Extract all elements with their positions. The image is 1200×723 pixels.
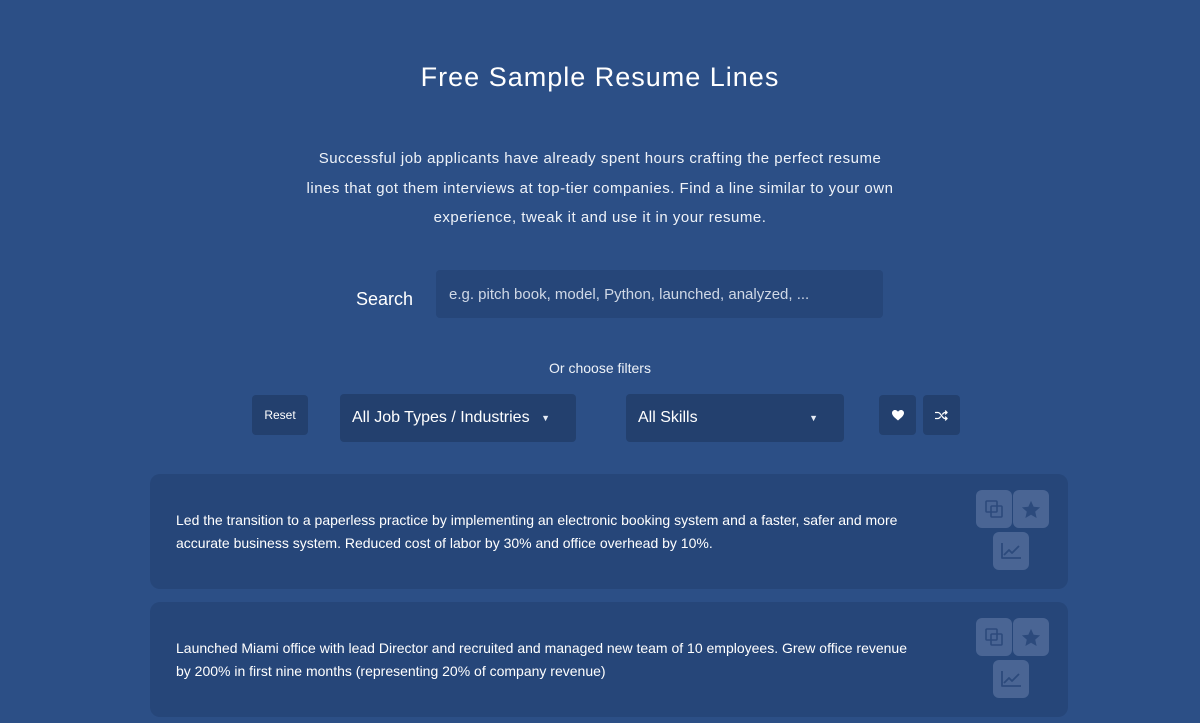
heart-icon (891, 409, 904, 420)
star-icon (1021, 628, 1041, 646)
stats-button[interactable] (993, 660, 1029, 698)
result-card: Launched Miami office with lead Director… (150, 602, 1068, 717)
chart-icon (1001, 671, 1021, 687)
copy-button[interactable] (976, 618, 1012, 656)
search-label: Search (356, 289, 414, 309)
chart-icon (1001, 543, 1021, 559)
chevron-down-icon: ▼ (809, 413, 818, 423)
shuffle-button[interactable] (923, 395, 960, 435)
page-title: Free Sample Resume Lines (420, 62, 780, 92)
copy-icon (985, 628, 1003, 646)
copy-icon (985, 500, 1003, 518)
star-button[interactable] (1013, 490, 1049, 528)
star-button[interactable] (1013, 618, 1049, 656)
stats-button[interactable] (993, 532, 1029, 570)
favorites-button[interactable] (879, 395, 916, 435)
skills-selected: All Skills (638, 409, 698, 426)
search-input[interactable] (436, 270, 883, 318)
filters-heading: Or choose filters (549, 360, 651, 376)
chevron-down-icon: ▼ (541, 413, 550, 423)
shuffle-icon (935, 409, 948, 421)
reset-button[interactable]: Reset (252, 395, 308, 435)
star-icon (1021, 500, 1041, 518)
job-types-selected: All Job Types / Industries (352, 409, 530, 426)
intro-text: Successful job applicants have already s… (306, 150, 894, 226)
resume-line-text: Launched Miami office with lead Director… (176, 640, 908, 679)
skills-dropdown[interactable]: All Skills ▼ (626, 394, 844, 442)
resume-line-text: Led the transition to a paperless practi… (176, 512, 898, 551)
copy-button[interactable] (976, 490, 1012, 528)
result-card: Led the transition to a paperless practi… (150, 474, 1068, 589)
job-types-dropdown[interactable]: All Job Types / Industries ▼ (340, 394, 576, 442)
